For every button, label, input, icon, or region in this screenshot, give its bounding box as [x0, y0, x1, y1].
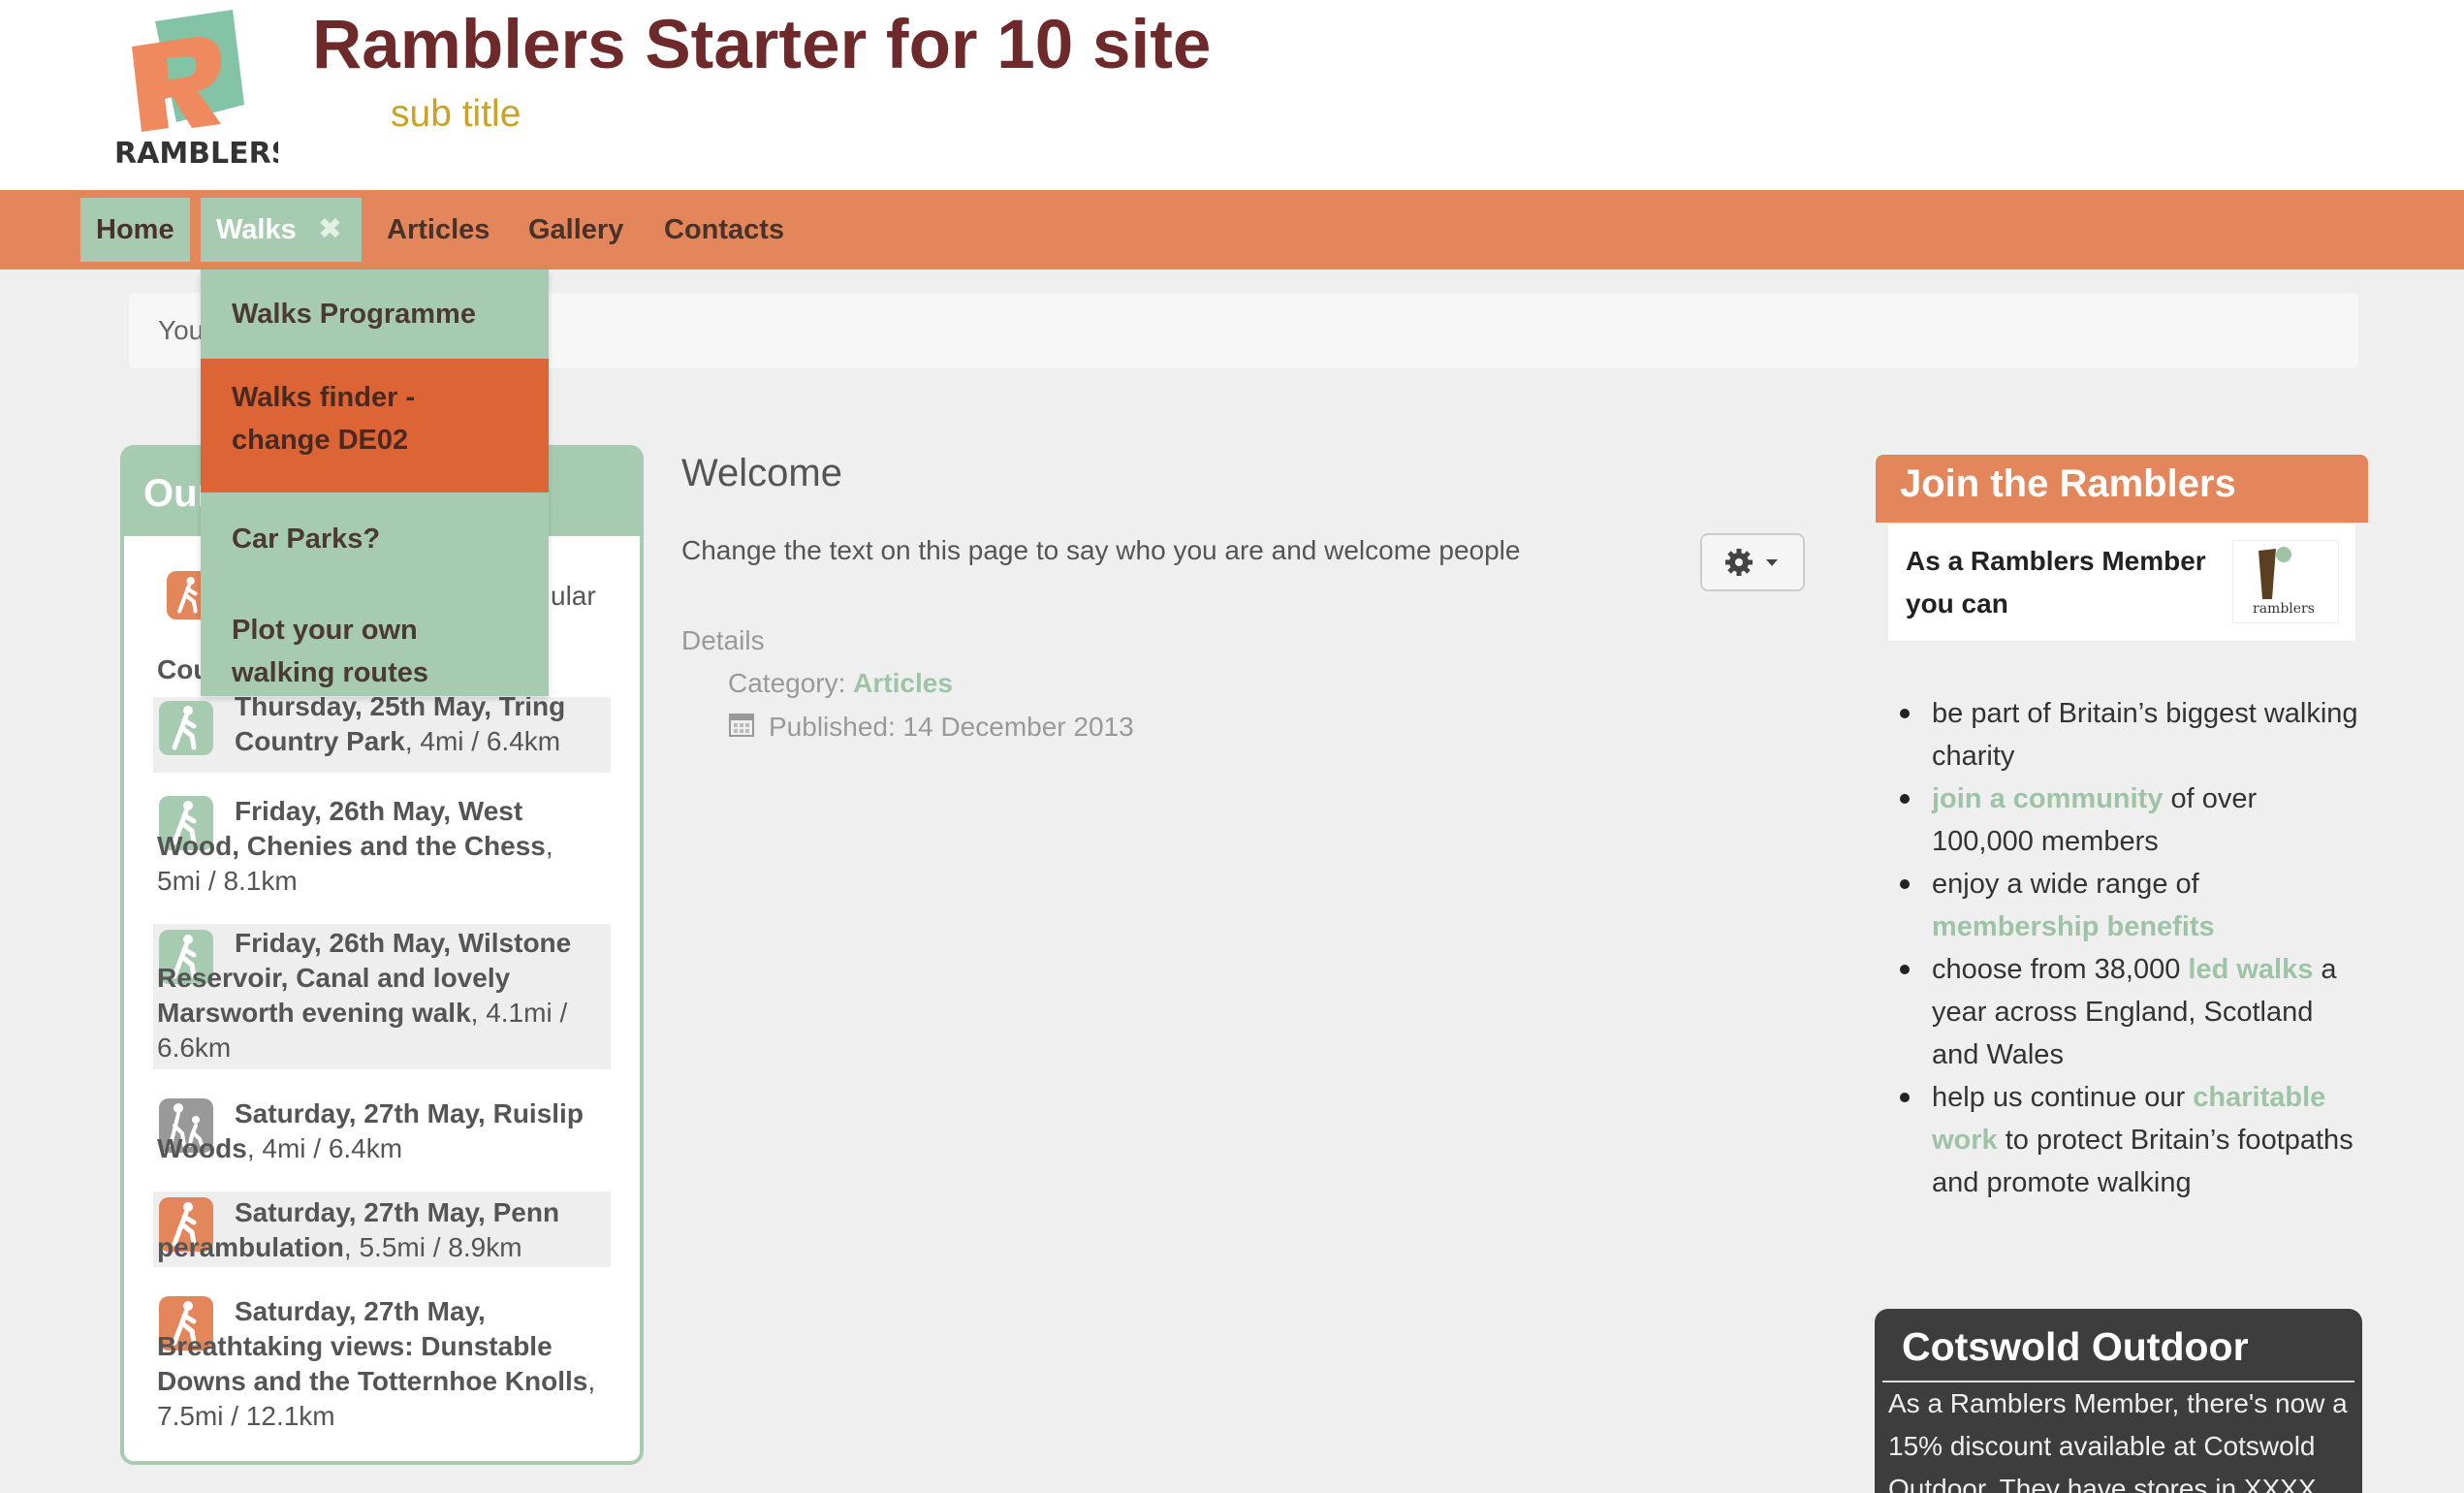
nav-item-gallery[interactable]: Gallery	[513, 198, 639, 262]
svg-text:RAMBLERS: RAMBLERS	[114, 137, 278, 168]
close-icon[interactable]: ✖	[318, 198, 342, 262]
walk-distance: , 5.5mi / 8.9km	[343, 1232, 522, 1262]
svg-text:ramblers: ramblers	[2253, 601, 2315, 617]
join-community-link[interactable]: join a community	[1932, 783, 2163, 814]
main-navbar: Home Walks ✖ Articles Gallery Contacts	[0, 190, 2464, 270]
article-published-date: Published: 14 December 2013	[728, 711, 1134, 743]
menu-item-walks-finder[interactable]: Walks finder - change DE02	[201, 359, 549, 492]
join-benefits-list: be part of Britain’s biggest walking cha…	[1900, 692, 2365, 1204]
caret-down-icon	[1766, 559, 1778, 566]
article-body: Change the text on this page to say who …	[681, 535, 1521, 565]
category-prefix: Category:	[728, 668, 854, 698]
category-link[interactable]: Articles	[853, 668, 953, 698]
walk-distance: , 4mi / 6.4km	[246, 1133, 403, 1163]
menu-item-car-parks[interactable]: Car Parks?	[201, 518, 549, 560]
join-panel-box: As a Ramblers Member you can ramblers	[1886, 523, 2357, 643]
site-title: Ramblers Starter for 10 site	[312, 7, 1212, 83]
walk-item[interactable]: Saturday, 27th May, Breathtaking views: …	[153, 1290, 611, 1436]
nav-item-walks[interactable]: Walks ✖	[201, 198, 362, 262]
list-item: join a community of over 100,000 members	[1900, 778, 2365, 863]
walk-title-fragment: ular	[551, 581, 596, 611]
calendar-icon	[728, 711, 755, 738]
published-text: Published: 14 December 2013	[769, 712, 1134, 742]
join-box-text: As a Ramblers Member you can	[1906, 546, 2206, 619]
ramblers-small-logo[interactable]: ramblers	[2232, 540, 2339, 623]
walk-item[interactable]: Thursday, 25th May, Tring Country Park, …	[153, 697, 611, 773]
ramblers-logo[interactable]: RAMBLERS	[109, 8, 292, 171]
gear-icon	[1725, 549, 1753, 576]
walker-icon	[159, 701, 213, 755]
cotswold-panel-text: As a Ramblers Member, there's now a 15% …	[1888, 1388, 2348, 1493]
menu-item-walks-programme[interactable]: Walks Programme	[201, 293, 549, 335]
walk-title: Friday, 26th May, West Wood, Chenies and…	[157, 796, 546, 861]
led-walks-link[interactable]: led walks	[2188, 954, 2313, 985]
nav-item-contacts[interactable]: Contacts	[648, 198, 800, 262]
walk-item[interactable]: Saturday, 27th May, Penn perambulation, …	[153, 1191, 611, 1267]
cotswold-panel-title: Cotswold Outdoor	[1902, 1324, 2249, 1369]
list-item: choose from 38,000 led walks a year acro…	[1900, 948, 2365, 1076]
list-item: help us continue our charitable work to …	[1900, 1076, 2365, 1204]
walk-item[interactable]: Friday, 26th May, Wilstone Reservoir, Ca…	[153, 924, 611, 1069]
article-title: Welcome	[681, 452, 842, 494]
list-item: enjoy a wide range of membership benefit…	[1900, 863, 2365, 948]
site-subtitle: sub title	[391, 93, 521, 135]
walk-item[interactable]: Friday, 26th May, West Wood, Chenies and…	[153, 790, 611, 914]
join-panel-header: Join the Ramblers	[1876, 455, 2368, 523]
nav-item-home[interactable]: Home	[80, 198, 190, 262]
nav-item-articles[interactable]: Articles	[371, 198, 505, 262]
walk-title: Saturday, 27th May, Breathtaking views: …	[157, 1296, 588, 1396]
details-label: Details	[681, 625, 765, 655]
article-category: Category: Articles	[728, 668, 953, 699]
site-header: RAMBLERS Ramblers Starter for 10 site su…	[0, 0, 2464, 190]
walk-item[interactable]: Saturday, 27th May, Ruislip Woods, 4mi /…	[153, 1093, 611, 1172]
menu-item-plot-routes[interactable]: Plot your own walking routes	[201, 609, 549, 694]
membership-benefits-link[interactable]: membership benefits	[1932, 911, 2215, 942]
nav-item-walks-label: Walks	[216, 214, 297, 245]
join-panel-title: Join the Ramblers	[1900, 462, 2236, 505]
list-item: be part of Britain’s biggest walking cha…	[1900, 692, 2365, 778]
cotswold-panel: Cotswold Outdoor As a Ramblers Member, t…	[1875, 1309, 2362, 1493]
walk-distance: , 4mi / 6.4km	[404, 726, 561, 756]
article-options-button[interactable]	[1700, 533, 1805, 591]
walks-dropdown-menu: Walks Programme Walks finder - change DE…	[201, 270, 549, 696]
